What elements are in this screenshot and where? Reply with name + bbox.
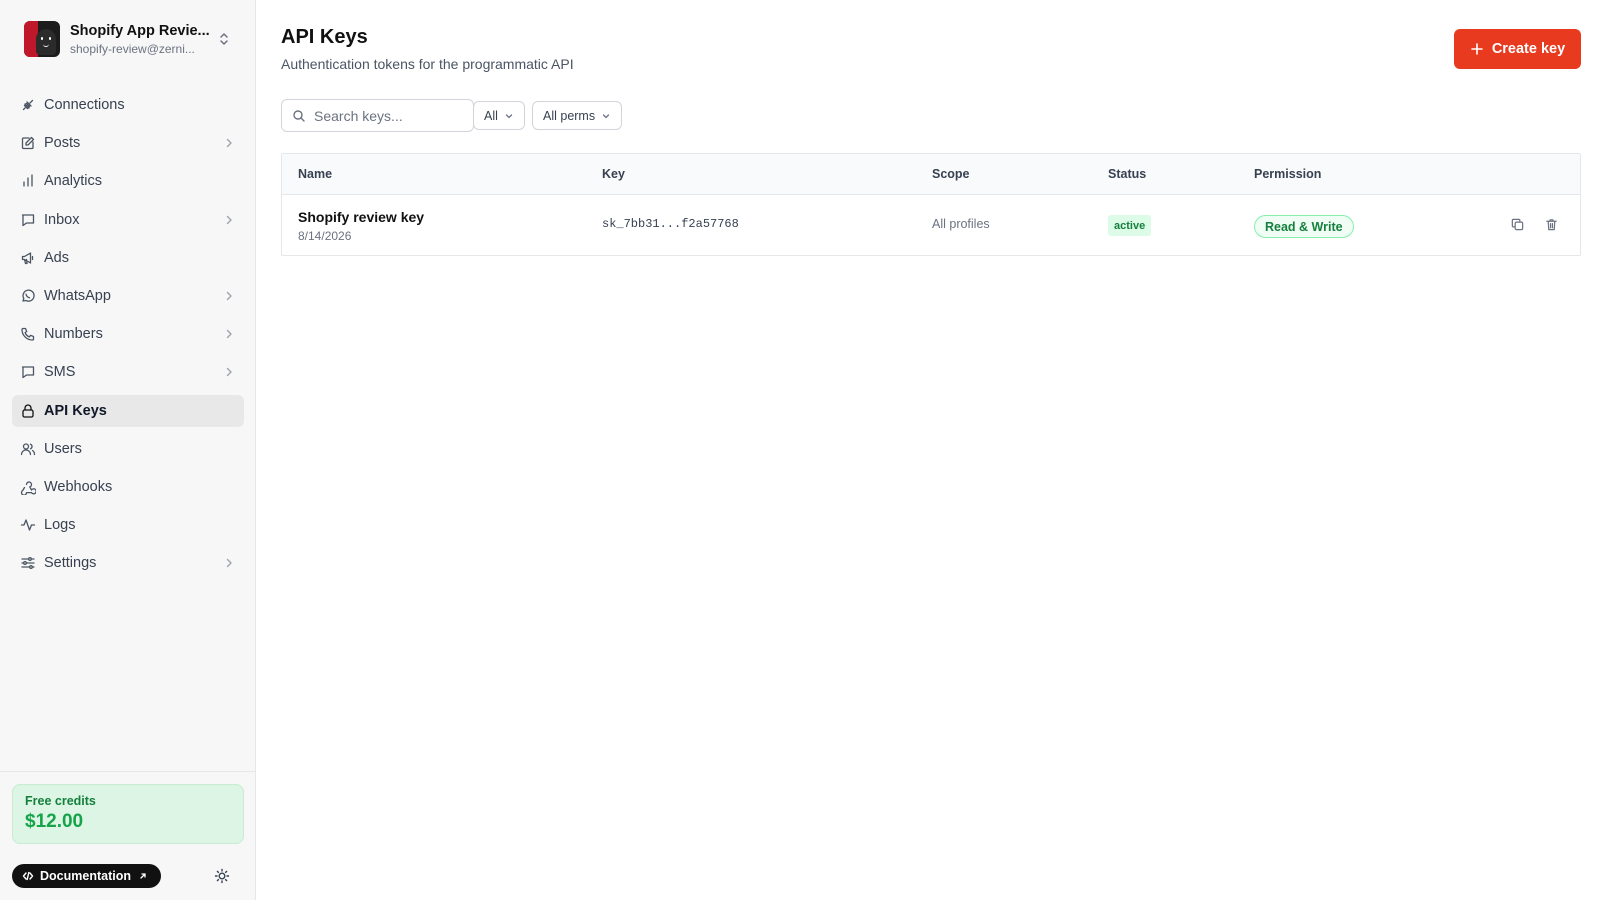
status-filter-value: All [484, 108, 498, 123]
sidebar-item-label: Inbox [44, 211, 80, 228]
status-badge: active [1108, 215, 1152, 236]
chevron-right-icon [226, 368, 232, 377]
permission-filter-dropdown[interactable]: All perms [532, 101, 623, 130]
external-link-icon [140, 873, 146, 879]
sidebar-item-analytics[interactable]: Analytics [12, 165, 244, 197]
sidebar-item-label: Logs [44, 517, 76, 534]
search-box[interactable] [281, 99, 474, 132]
chevrons-up-down-icon [220, 33, 228, 45]
sidebar-item-label: Posts [44, 135, 81, 152]
sidebar-item-label: WhatsApp [44, 287, 111, 304]
create-key-label: Create key [1491, 41, 1566, 57]
column-header-scope: Scope [932, 167, 970, 181]
sidebar-item-numbers[interactable]: Numbers [12, 318, 244, 350]
sidebar-item-webhooks[interactable]: Webhooks [12, 471, 244, 503]
megaphone-icon [21, 252, 34, 264]
permission-badge: Read & Write [1254, 215, 1354, 238]
sidebar-item-posts[interactable]: Posts [12, 127, 244, 159]
chevron-right-icon [226, 215, 232, 224]
page-title: API Keys [281, 26, 368, 48]
whatsapp-icon [22, 289, 35, 302]
message-icon [21, 366, 35, 379]
edit-icon [21, 137, 35, 150]
users-icon [20, 443, 36, 455]
sidebar-item-label: API Keys [44, 402, 107, 419]
account-switcher[interactable]: Shopify App Revie... shopify-review@zern… [12, 14, 244, 64]
phone-icon [21, 327, 35, 341]
sidebar-item-connections[interactable]: Connections [12, 89, 244, 121]
sun-icon[interactable] [214, 868, 230, 884]
sidebar-item-label: Ads [44, 249, 69, 266]
credits-value: $12.00 [25, 811, 84, 832]
table-header: Name Key Scope Status Permission [282, 154, 1580, 195]
status-filter-dropdown[interactable]: All [473, 101, 525, 130]
credits-label: Free credits [25, 794, 96, 808]
sidebar-item-settings[interactable]: Settings [12, 547, 244, 579]
lock-icon [22, 403, 34, 418]
chevron-down-icon [505, 113, 513, 118]
avatar [24, 21, 60, 57]
api-keys-table: Name Key Scope Status Permission Shopify… [281, 153, 1581, 256]
key-value: sk_7bb31...f2a57768 [602, 217, 739, 231]
code-icon [22, 871, 34, 881]
key-scope: All profiles [932, 217, 990, 231]
plus-icon [1471, 43, 1483, 55]
sidebar-item-api-keys[interactable]: API Keys [12, 394, 244, 427]
chevron-right-icon [226, 138, 232, 148]
search-input[interactable] [314, 107, 464, 124]
create-key-button[interactable]: Create key [1454, 29, 1581, 69]
key-created-date: 8/14/2026 [298, 229, 352, 243]
account-email: shopify-review@zerni... [70, 41, 195, 56]
sidebar-item-label: SMS [44, 364, 76, 381]
activity-icon [20, 519, 36, 531]
sidebar-item-label: Connections [44, 97, 125, 113]
page-subtitle: Authentication tokens for the programmat… [281, 56, 574, 72]
sidebar-nav: Connections Posts Analytics Inbox Ads WhatsAp… [12, 89, 244, 585]
copy-icon[interactable] [1510, 217, 1525, 232]
column-header-name: Name [298, 167, 333, 181]
key-name: Shopify review key [298, 209, 425, 225]
sidebar-item-label: Numbers [44, 326, 103, 343]
chevron-right-icon [226, 559, 232, 568]
chevron-down-icon [602, 113, 610, 118]
search-icon [293, 109, 305, 122]
sidebar-item-sms[interactable]: SMS [12, 356, 244, 388]
sidebar-item-logs[interactable]: Logs [12, 509, 244, 541]
sidebar-item-label: Webhooks [44, 478, 113, 495]
sidebar-item-label: Analytics [44, 173, 103, 190]
permission-filter-value: All perms [543, 108, 596, 123]
sidebar: Shopify App Revie... shopify-review@zern… [0, 0, 256, 900]
sidebar-item-label: Users [44, 440, 82, 457]
chevron-right-icon [226, 291, 232, 301]
account-name: Shopify App Revie... [70, 22, 210, 39]
column-header-status: Status [1108, 167, 1147, 181]
chevron-right-icon [226, 329, 232, 339]
webhook-icon [20, 481, 36, 495]
plug-icon [22, 99, 34, 111]
bar-chart-icon [23, 174, 33, 188]
sidebar-item-users[interactable]: Users [12, 433, 244, 465]
sidebar-item-ads[interactable]: Ads [12, 242, 244, 274]
column-header-permission: Permission [1254, 167, 1322, 181]
documentation-button[interactable]: Documentation [12, 864, 161, 888]
message-icon [21, 213, 35, 226]
sidebar-footer: Free credits $12.00 Documentation [0, 771, 256, 900]
credits-card: Free credits $12.00 [12, 784, 244, 844]
sliders-icon [21, 557, 35, 570]
documentation-label: Documentation [40, 869, 131, 883]
sidebar-item-label: Settings [44, 555, 97, 572]
sidebar-item-whatsapp[interactable]: WhatsApp [12, 280, 244, 312]
sidebar-item-inbox[interactable]: Inbox [12, 204, 244, 236]
main-content: API Keys Authentication tokens for the p… [257, 0, 1600, 900]
trash-icon[interactable] [1544, 217, 1559, 232]
table-row[interactable]: Shopify review key 8/14/2026 sk_7bb31...… [282, 195, 1580, 255]
column-header-key: Key [602, 167, 625, 181]
